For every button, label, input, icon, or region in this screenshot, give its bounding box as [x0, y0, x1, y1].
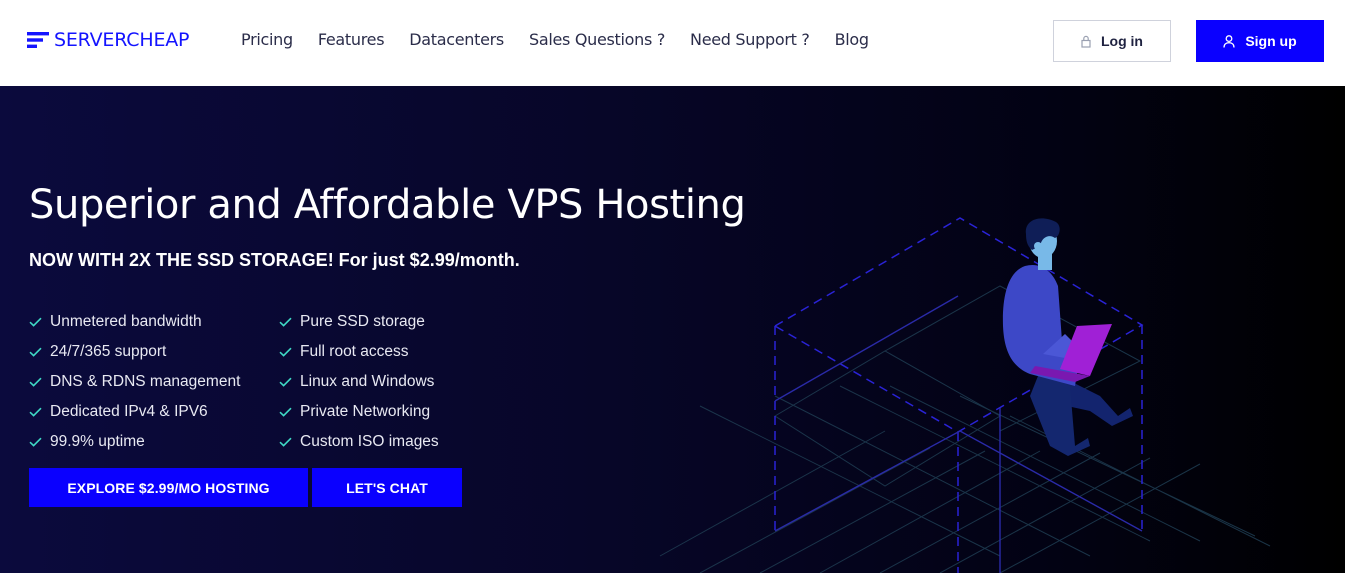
lets-chat-button[interactable]: LET'S CHAT [312, 468, 462, 507]
site-header: SERVERCHEAP Pricing Features Datacenters… [0, 0, 1345, 86]
feature-label: Unmetered bandwidth [50, 313, 202, 330]
logo-link[interactable]: SERVERCHEAP [27, 29, 190, 51]
hero-title: Superior and Affordable VPS Hosting [29, 182, 746, 228]
feature-item: DNS & RDNS management [29, 371, 279, 393]
feature-list: Unmetered bandwidth Pure SSD storage 24/… [29, 311, 489, 453]
hero-section: Superior and Affordable VPS Hosting NOW … [0, 86, 1345, 573]
login-button[interactable]: Log in [1053, 20, 1171, 62]
feature-label: DNS & RDNS management [50, 373, 241, 390]
check-icon [279, 347, 292, 357]
feature-item: 24/7/365 support [29, 341, 279, 363]
signup-button[interactable]: Sign up [1196, 20, 1324, 62]
isometric-grid [659, 285, 1271, 573]
feature-item: Full root access [279, 341, 489, 363]
feature-item: Pure SSD storage [279, 311, 489, 333]
login-label: Log in [1101, 33, 1143, 49]
check-icon [29, 377, 42, 387]
check-icon [279, 317, 292, 327]
feature-label: Private Networking [300, 403, 431, 420]
feature-label: Linux and Windows [300, 373, 435, 390]
feature-label: 24/7/365 support [50, 343, 167, 360]
signup-label: Sign up [1245, 33, 1297, 49]
check-icon [279, 407, 292, 417]
check-icon [279, 437, 292, 447]
feature-item: Private Networking [279, 401, 489, 423]
nav-link-datacenters[interactable]: Datacenters [409, 29, 504, 51]
check-icon [279, 377, 292, 387]
check-icon [29, 317, 42, 327]
nav-link-features[interactable]: Features [318, 29, 385, 51]
hero-subtitle: NOW WITH 2X THE SSD STORAGE! For just $2… [29, 250, 520, 270]
feature-item: Custom ISO images [279, 431, 489, 453]
stacked-bars-logo-icon [27, 32, 49, 48]
check-icon [29, 407, 42, 417]
feature-label: Pure SSD storage [300, 313, 425, 330]
user-icon [1223, 34, 1235, 48]
main-nav: Pricing Features Datacenters Sales Quest… [241, 29, 894, 51]
check-icon [29, 347, 42, 357]
feature-label: Custom ISO images [300, 433, 439, 450]
feature-item: Dedicated IPv4 & IPV6 [29, 401, 279, 423]
lock-icon [1081, 35, 1091, 48]
feature-item: 99.9% uptime [29, 431, 279, 453]
logo-text: SERVERCHEAP [54, 29, 190, 51]
feature-item: Linux and Windows [279, 371, 489, 393]
feature-item: Unmetered bandwidth [29, 311, 279, 333]
nav-link-sales-questions[interactable]: Sales Questions ? [529, 29, 665, 51]
nav-link-need-support[interactable]: Need Support ? [690, 29, 810, 51]
feature-label: 99.9% uptime [50, 433, 145, 450]
nav-link-pricing[interactable]: Pricing [241, 29, 293, 51]
feature-label: Full root access [300, 343, 409, 360]
check-icon [29, 437, 42, 447]
feature-label: Dedicated IPv4 & IPV6 [50, 403, 208, 420]
explore-hosting-button[interactable]: EXPLORE $2.99/MO HOSTING [29, 468, 308, 507]
nav-link-blog[interactable]: Blog [835, 29, 869, 51]
